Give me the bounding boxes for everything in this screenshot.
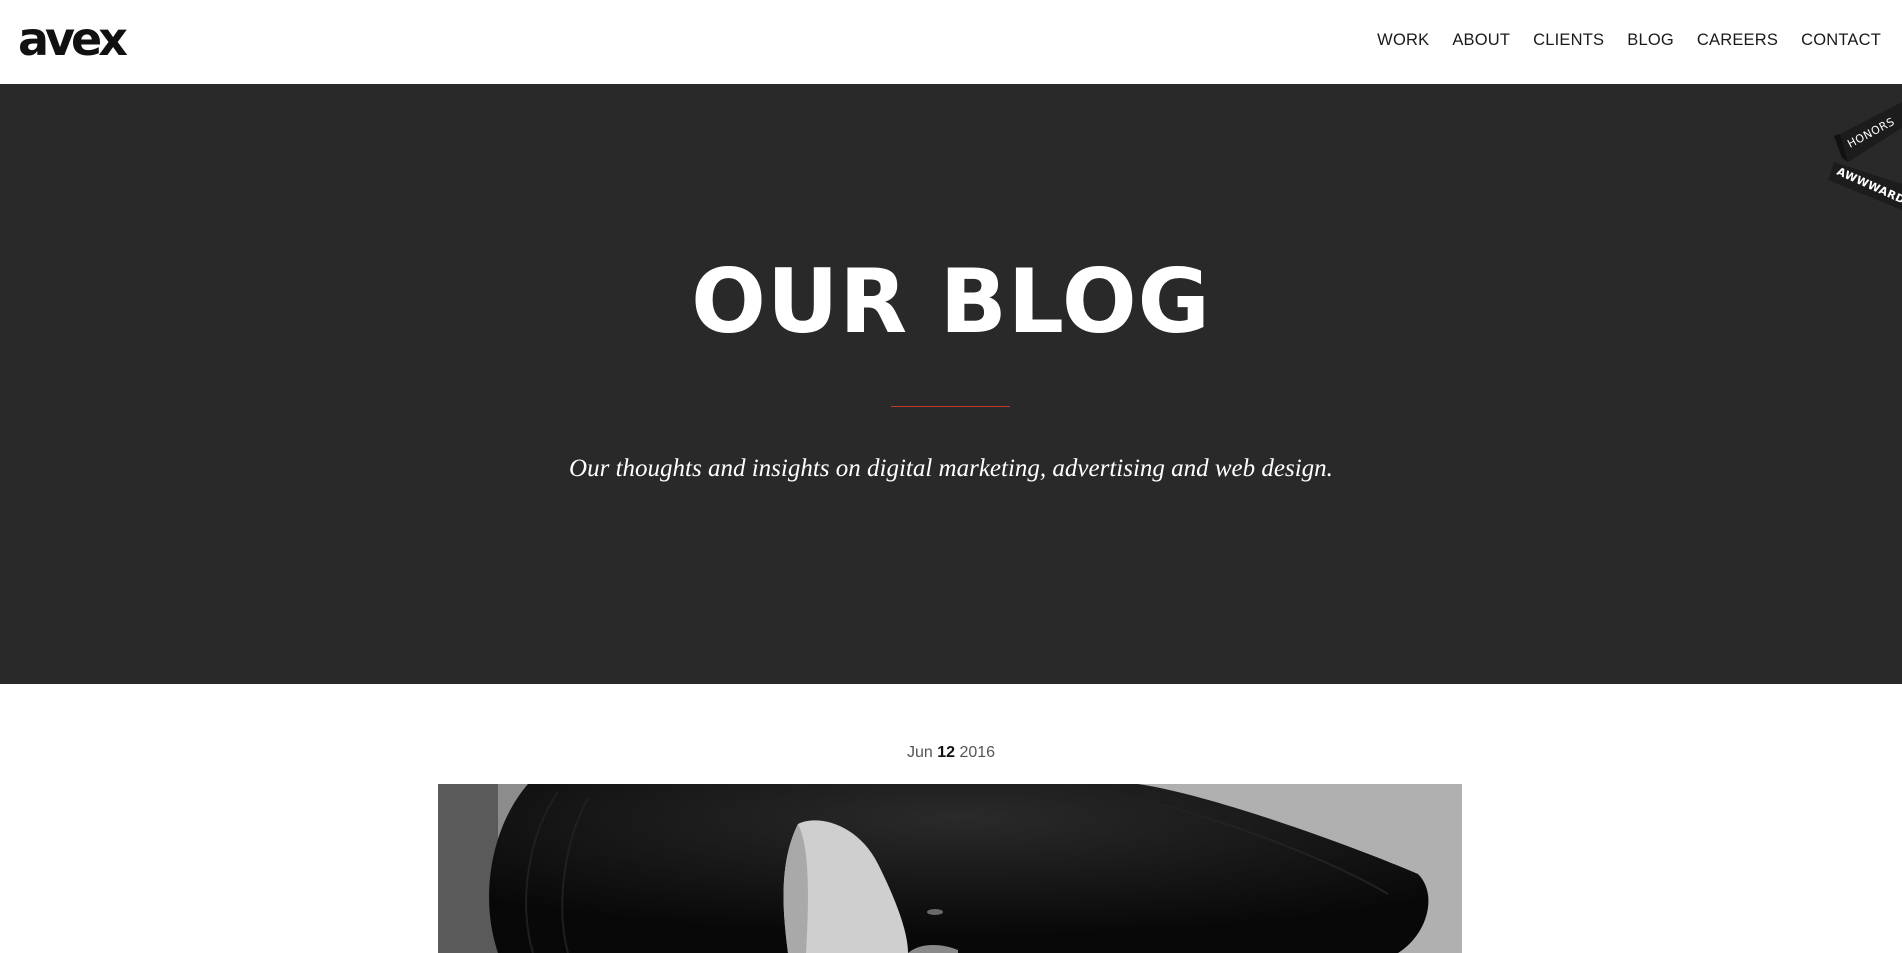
main-nav: WORK ABOUT CLIENTS BLOG CAREERS CONTACT [1377, 31, 1881, 50]
nav-item-blog[interactable]: BLOG [1627, 31, 1674, 50]
nav-item-contact[interactable]: CONTACT [1801, 31, 1881, 50]
nav-item-clients[interactable]: CLIENTS [1533, 31, 1604, 50]
nav-item-about[interactable]: ABOUT [1452, 31, 1510, 50]
post-date: Jun 12 2016 [0, 744, 1902, 762]
awwwards-ribbon-icon: HONORS AWWWARDS [1828, 102, 1902, 210]
post-date-month: Jun [906, 744, 933, 761]
page-subtitle: Our thoughts and insights on digital mar… [569, 455, 1333, 482]
post-featured-image[interactable] [438, 784, 1462, 953]
nav-item-work[interactable]: WORK [1377, 31, 1429, 50]
logo[interactable]: avex [18, 16, 128, 62]
hero-section: OUR BLOG Our thoughts and insights on di… [0, 84, 1902, 684]
site-header: avex WORK ABOUT CLIENTS BLOG CAREERS CON… [0, 0, 1902, 84]
page-title: OUR BLOG [691, 250, 1211, 353]
post-date-year: 2016 [959, 744, 996, 761]
nav-item-careers[interactable]: CAREERS [1697, 31, 1778, 50]
awwwards-honors-badge[interactable]: HONORS AWWWARDS [1812, 102, 1902, 222]
woman-black-hat-photo-icon [438, 784, 1462, 953]
post-date-day: 12 [937, 744, 955, 761]
title-divider [891, 406, 1010, 407]
